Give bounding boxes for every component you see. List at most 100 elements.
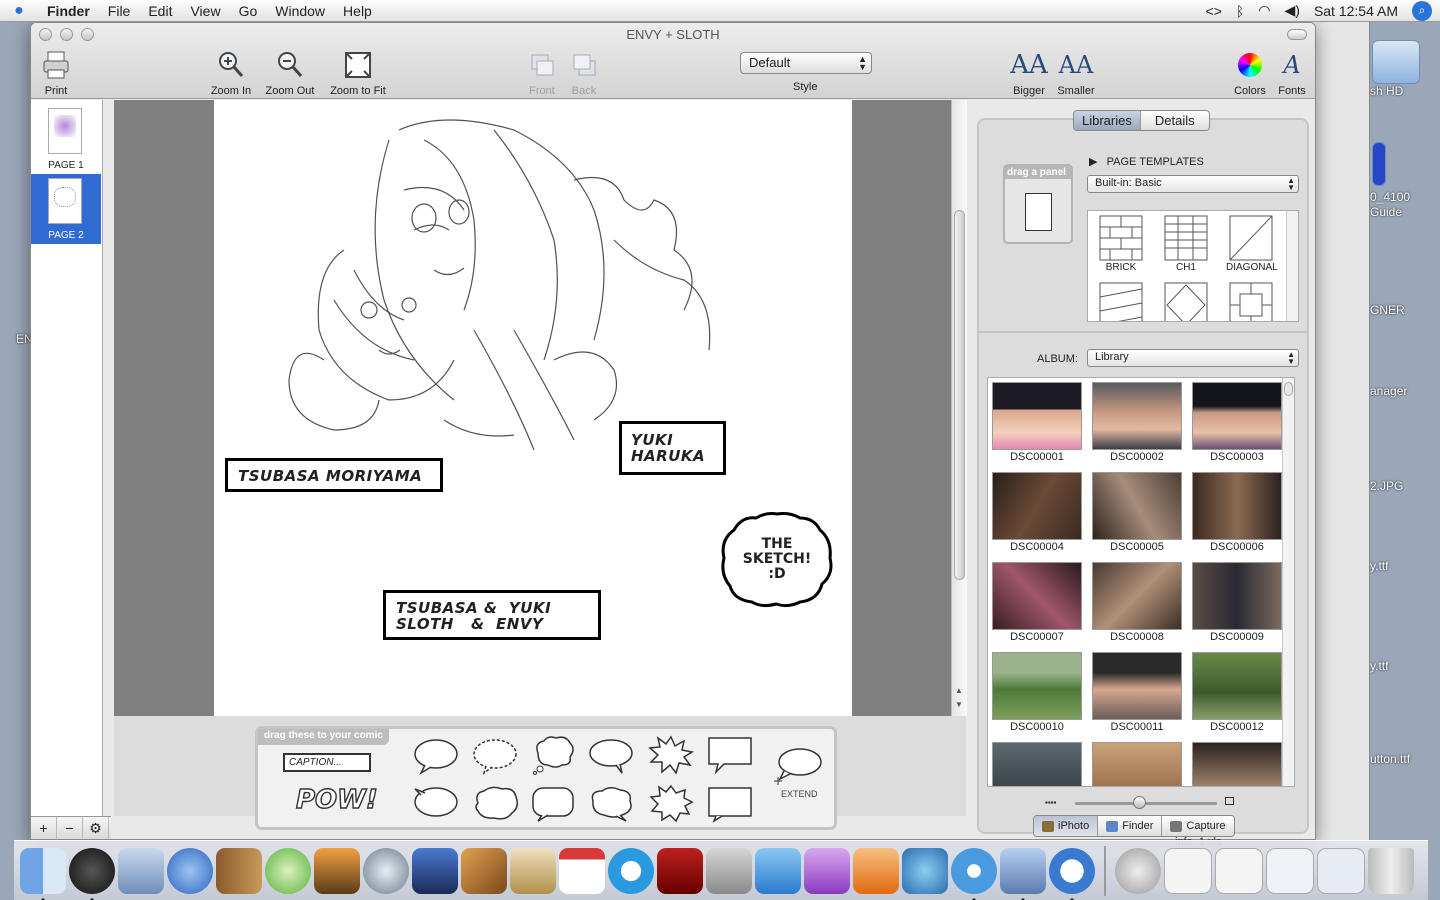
- source-capture[interactable]: Capture: [1162, 816, 1234, 836]
- caption-tile[interactable]: CAPTION...: [283, 753, 371, 772]
- menu-view[interactable]: View: [181, 3, 229, 19]
- wifi-icon[interactable]: ◠: [1258, 2, 1270, 19]
- photo-thumbnail[interactable]: DSC00006: [1191, 472, 1283, 553]
- desktop-label[interactable]: utton.ttf: [1370, 752, 1410, 766]
- itunes-icon[interactable]: [265, 847, 311, 894]
- cloud-balloon-tile[interactable]: [472, 785, 520, 823]
- ichat-icon[interactable]: [167, 847, 213, 894]
- fonts-button[interactable]: A Fonts: [1275, 47, 1309, 97]
- smaller-button[interactable]: AA Smaller: [1055, 47, 1097, 97]
- dvd-player-icon[interactable]: [363, 847, 409, 894]
- zoom-to-fit-button[interactable]: Zoom to Fit: [327, 47, 389, 97]
- trash-icon[interactable]: [1368, 847, 1414, 894]
- drag-panel-tile[interactable]: drag a panel: [1003, 164, 1073, 244]
- address-book-icon[interactable]: [216, 847, 262, 894]
- scrollbar-thumb[interactable]: [954, 210, 965, 580]
- template-center[interactable]: [1226, 281, 1276, 321]
- desktop-label[interactable]: y.ttf: [1370, 659, 1388, 673]
- zoom-in-button[interactable]: Zoom In: [206, 47, 256, 97]
- desktop-label[interactable]: Guide: [1370, 205, 1402, 219]
- menu-edit[interactable]: Edit: [139, 3, 181, 19]
- system-prefs-icon[interactable]: [706, 847, 752, 894]
- slider-track[interactable]: [1075, 802, 1217, 805]
- colors-button[interactable]: Colors: [1229, 47, 1271, 97]
- template-ch1[interactable]: CH1: [1161, 214, 1211, 273]
- burst-balloon-tile[interactable]: [648, 783, 694, 823]
- bigger-button[interactable]: AA Bigger: [1008, 47, 1050, 97]
- dashboard-icon[interactable]: [69, 847, 115, 900]
- speech-balloon-tile[interactable]: [413, 785, 459, 823]
- background-window[interactable]: [1310, 22, 1370, 840]
- photo-thumbnail[interactable]: DSC00005: [1091, 472, 1183, 553]
- box-balloon-tile[interactable]: [706, 785, 754, 823]
- gear-icon[interactable]: ⚙: [83, 817, 109, 839]
- desktop-label[interactable]: anager: [1370, 384, 1407, 398]
- template-slant[interactable]: [1096, 281, 1146, 321]
- photo-thumbnail[interactable]: [1191, 742, 1283, 786]
- panel-divider[interactable]: [979, 331, 1307, 333]
- app-at-icon[interactable]: [804, 847, 850, 894]
- back-button[interactable]: Back: [567, 47, 601, 97]
- email-at-icon[interactable]: [1115, 847, 1161, 894]
- zoom-out-button[interactable]: Zoom Out: [263, 47, 317, 97]
- desktop-drive-icon[interactable]: [1372, 40, 1420, 84]
- minimized-window-icon[interactable]: [1317, 847, 1365, 894]
- style-select[interactable]: Default ▲ ▼: [740, 52, 872, 74]
- photo-thumbnail[interactable]: DSC00009: [1191, 562, 1283, 643]
- minimized-window-icon[interactable]: [1215, 847, 1263, 894]
- comic-page[interactable]: TSUBASA MORIYAMA YUKI HARUKA TSUBASA & Y…: [214, 100, 852, 716]
- menu-window[interactable]: Window: [266, 3, 334, 19]
- album-select[interactable]: Library ▲ ▼: [1087, 349, 1299, 367]
- remove-page-button[interactable]: −: [57, 817, 83, 839]
- desktop-label[interactable]: 0_4100: [1370, 190, 1410, 204]
- photo-scrollbar[interactable]: [1282, 378, 1294, 786]
- scrollbar-thumb[interactable]: [1284, 382, 1293, 396]
- minimized-window-icon[interactable]: [1266, 847, 1314, 894]
- source-iphoto[interactable]: iPhoto: [1034, 816, 1099, 836]
- desktop-label[interactable]: y.ttf: [1370, 559, 1388, 573]
- square-balloon-tile[interactable]: [530, 785, 576, 823]
- scallop-balloon-tile[interactable]: [588, 785, 634, 823]
- ical-icon[interactable]: [559, 847, 605, 894]
- photo-thumbnail[interactable]: DSC00007: [991, 562, 1083, 643]
- front-button[interactable]: Front: [525, 47, 559, 97]
- photo-thumbnail[interactable]: DSC00011: [1091, 652, 1183, 733]
- scroll-up-icon[interactable]: ▲: [955, 686, 963, 695]
- garageband-icon[interactable]: [461, 847, 507, 894]
- rounded-balloon-tile[interactable]: [588, 737, 634, 775]
- messenger-icon[interactable]: [902, 847, 948, 894]
- quicktime-icon[interactable]: [608, 847, 654, 894]
- caption-box[interactable]: TSUBASA MORIYAMA: [225, 458, 443, 492]
- page-thumbnail-2[interactable]: PAGE 2: [31, 174, 101, 244]
- toolbar-toggle-button[interactable]: [1287, 29, 1307, 40]
- imovie-icon[interactable]: [412, 847, 458, 894]
- photo-thumbnail[interactable]: DSC00010: [991, 652, 1083, 733]
- burst-balloon-tile[interactable]: [648, 735, 694, 775]
- thumbnail-size-slider[interactable]: ▪▪▪▪: [1045, 796, 1245, 810]
- app-w-icon[interactable]: [755, 847, 801, 894]
- menu-go[interactable]: Go: [230, 3, 267, 19]
- slider-knob[interactable]: [1133, 796, 1146, 809]
- scroll-down-icon[interactable]: ▼: [955, 700, 963, 709]
- whisper-balloon-tile[interactable]: [472, 737, 518, 775]
- template-scrollbar[interactable]: [1286, 211, 1298, 321]
- comic-life-icon[interactable]: [1049, 847, 1095, 900]
- page-thumbnail-1[interactable]: PAGE 1: [31, 104, 101, 174]
- extend-balloon-tile[interactable]: [770, 747, 822, 789]
- mail-icon[interactable]: [118, 847, 164, 894]
- minimized-window-icon[interactable]: [1164, 847, 1212, 894]
- template-diamond[interactable]: [1161, 281, 1211, 321]
- tab-details[interactable]: Details: [1140, 111, 1209, 130]
- photo-thumbnail[interactable]: [991, 742, 1083, 786]
- desktop-label[interactable]: 2.JPG: [1370, 479, 1403, 493]
- template-brick[interactable]: BRICK: [1096, 214, 1146, 273]
- caption-box[interactable]: YUKI HARUKA: [619, 421, 726, 475]
- menu-app-finder[interactable]: Finder: [38, 3, 99, 19]
- canvas-scrollbar[interactable]: ▲ ▼: [951, 100, 967, 716]
- add-page-button[interactable]: +: [31, 817, 57, 839]
- menu-file[interactable]: File: [99, 3, 140, 19]
- apple-menu-icon[interactable]: ●: [0, 2, 38, 20]
- menu-help[interactable]: Help: [334, 3, 381, 19]
- photo-thumbnail[interactable]: [1091, 742, 1183, 786]
- photo-thumbnail[interactable]: DSC00003: [1191, 382, 1283, 463]
